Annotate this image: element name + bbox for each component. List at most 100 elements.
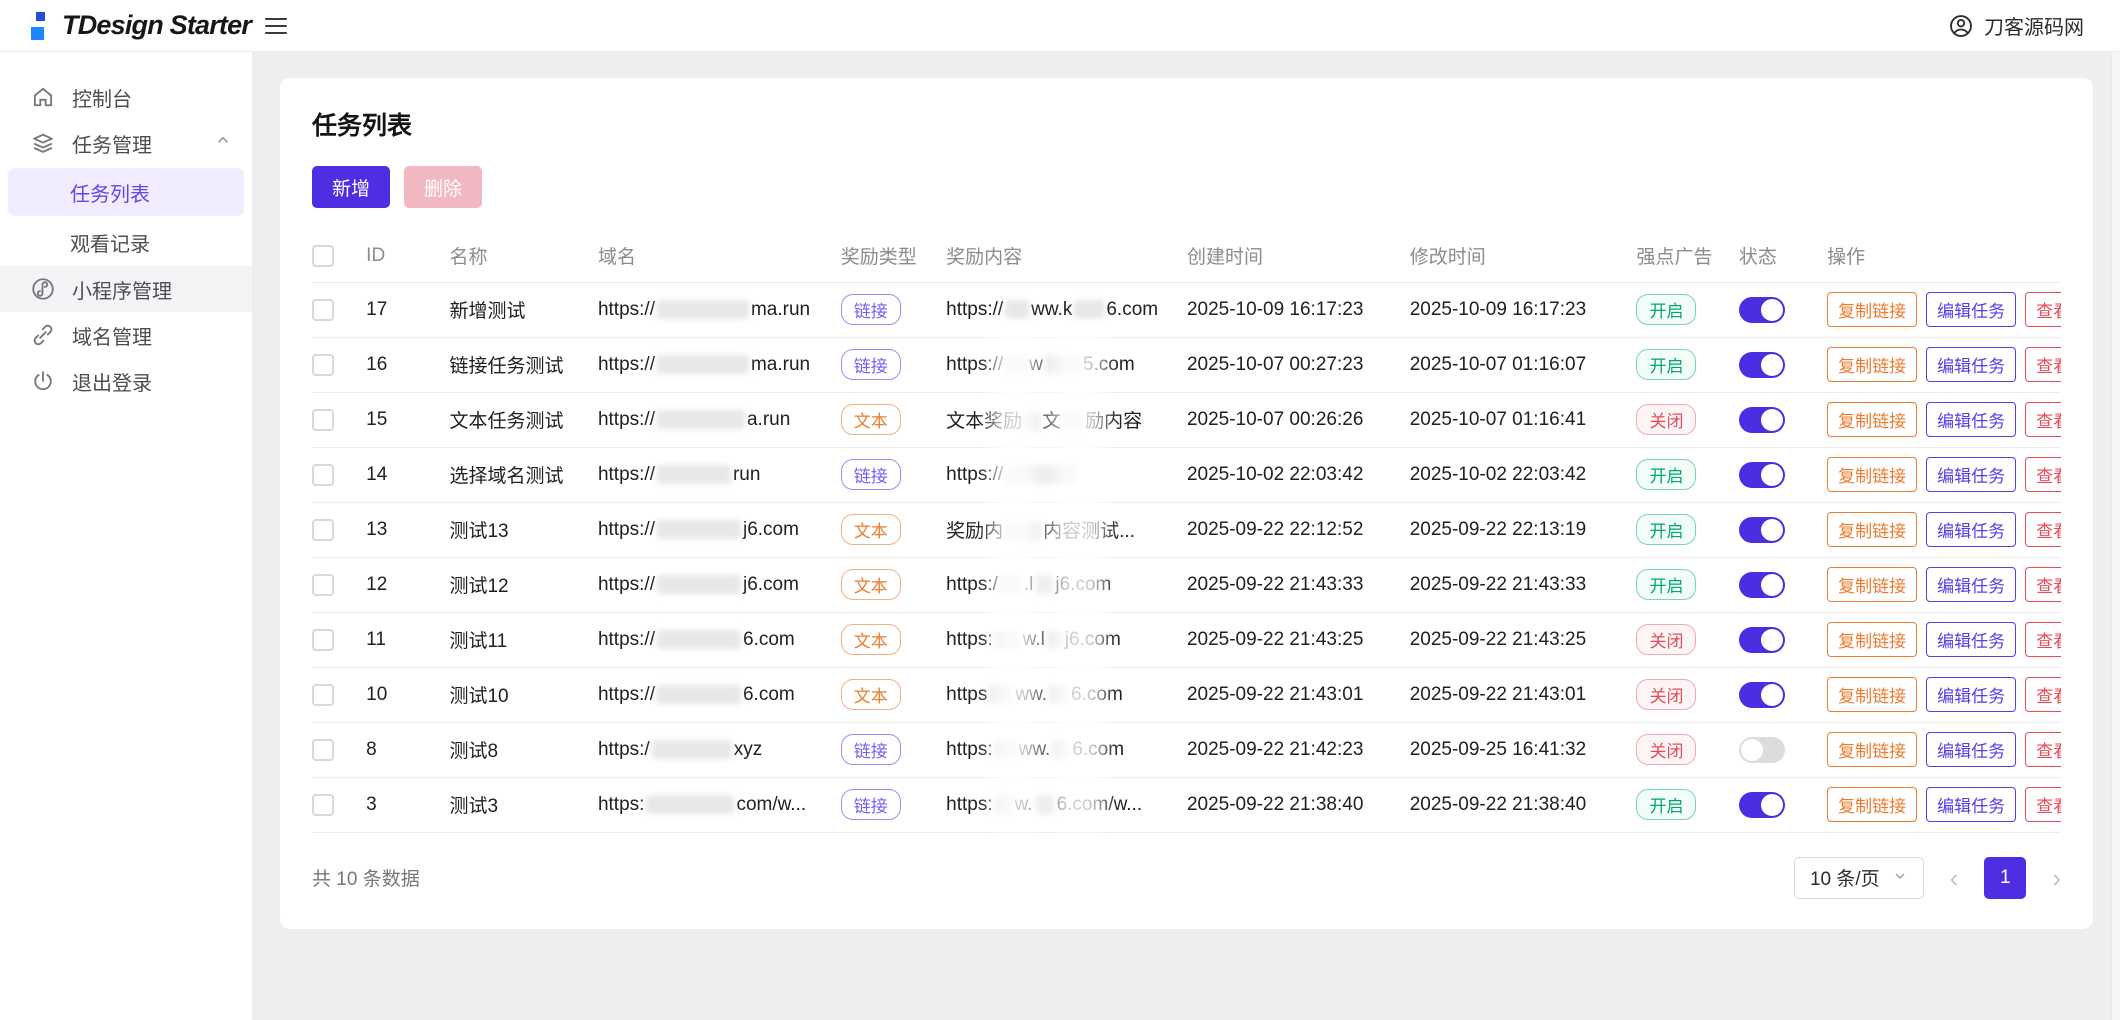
current-page-button[interactable]: 1 bbox=[1984, 857, 2026, 899]
edit-action-button[interactable]: 编辑任务 bbox=[1926, 732, 2016, 767]
user-avatar-icon[interactable] bbox=[1948, 13, 1974, 39]
view-action-button[interactable]: 查看数据 bbox=[2025, 457, 2061, 492]
sidebar-item-miniprogram-management[interactable]: 小程序管理 bbox=[0, 266, 252, 312]
copy-action-button[interactable]: 复制链接 bbox=[1827, 787, 1917, 822]
status-toggle[interactable] bbox=[1739, 407, 1785, 433]
row-checkbox[interactable] bbox=[312, 299, 334, 321]
view-action-button[interactable]: 查看数据 bbox=[2025, 292, 2061, 327]
status-toggle[interactable] bbox=[1739, 682, 1785, 708]
status-toggle[interactable] bbox=[1739, 792, 1785, 818]
edit-action-button[interactable]: 编辑任务 bbox=[1926, 457, 2016, 492]
next-page-button[interactable]: › bbox=[2052, 865, 2061, 891]
row-checkbox[interactable] bbox=[312, 739, 334, 761]
status-toggle[interactable] bbox=[1739, 627, 1785, 653]
status-toggle[interactable] bbox=[1739, 572, 1785, 598]
cell-id: 17 bbox=[366, 282, 449, 337]
row-checkbox[interactable] bbox=[312, 574, 334, 596]
row-checkbox[interactable] bbox=[312, 684, 334, 706]
cell-text: https:/ bbox=[598, 739, 650, 760]
cell-text: j6.com bbox=[1055, 574, 1111, 595]
view-action-button[interactable]: 查看数据 bbox=[2025, 677, 2061, 712]
ad-status-badge: 关闭 bbox=[1636, 734, 1696, 765]
edit-action-button[interactable]: 编辑任务 bbox=[1926, 402, 2016, 437]
edit-action-button[interactable]: 编辑任务 bbox=[1926, 567, 2016, 602]
edit-action-button[interactable]: 编辑任务 bbox=[1926, 677, 2016, 712]
status-toggle[interactable] bbox=[1739, 737, 1785, 763]
cell-text: 6.com bbox=[1106, 299, 1158, 320]
copy-action-button[interactable]: 复制链接 bbox=[1827, 292, 1917, 327]
copy-action-button[interactable]: 复制链接 bbox=[1827, 347, 1917, 382]
reward-type-badge: 链接 bbox=[841, 349, 901, 380]
cell-ad-status: 开启 bbox=[1636, 777, 1738, 832]
cell-domain: https://ma.run bbox=[598, 282, 841, 337]
user-name[interactable]: 刀客源码网 bbox=[1984, 11, 2084, 40]
ad-status-badge: 开启 bbox=[1636, 459, 1696, 490]
scrollbar[interactable] bbox=[2111, 52, 2120, 1020]
sidebar-item-domain-management[interactable]: 域名管理 bbox=[0, 312, 252, 358]
add-button[interactable]: 新增 bbox=[312, 166, 390, 208]
view-action-button[interactable]: 查看数据 bbox=[2025, 732, 2061, 767]
view-action-button[interactable]: 查看数据 bbox=[2025, 512, 2061, 547]
redacted-blur bbox=[657, 575, 741, 594]
sidebar-item-logout[interactable]: 退出登录 bbox=[0, 358, 252, 404]
view-action-button[interactable]: 查看数据 bbox=[2025, 402, 2061, 437]
status-toggle[interactable] bbox=[1739, 297, 1785, 323]
sidebar-item-dashboard[interactable]: 控制台 bbox=[0, 74, 252, 120]
total-count: 共 10 条数据 bbox=[312, 864, 420, 891]
cell-name: 测试10 bbox=[449, 667, 598, 722]
cell-text: https: bbox=[946, 794, 992, 815]
copy-action-button[interactable]: 复制链接 bbox=[1827, 402, 1917, 437]
cell-text: 6.com/w... bbox=[1057, 794, 1143, 815]
copy-action-button[interactable]: 复制链接 bbox=[1827, 622, 1917, 657]
reward-type-badge: 文本 bbox=[841, 514, 901, 545]
row-checkbox[interactable] bbox=[312, 629, 334, 651]
row-checkbox[interactable] bbox=[312, 464, 334, 486]
cell-text: https: bbox=[946, 629, 992, 650]
cell-name: 测试11 bbox=[449, 612, 598, 667]
cell-created-time: 2025-09-22 21:43:25 bbox=[1187, 612, 1410, 667]
edit-action-button[interactable]: 编辑任务 bbox=[1926, 622, 2016, 657]
cell-domain: https://run bbox=[598, 447, 841, 502]
copy-action-button[interactable]: 复制链接 bbox=[1827, 677, 1917, 712]
row-checkbox[interactable] bbox=[312, 409, 334, 431]
page-size-select[interactable]: 10 条/页 bbox=[1794, 857, 1924, 899]
edit-action-button[interactable]: 编辑任务 bbox=[1926, 512, 2016, 547]
cell-text: com/w... bbox=[736, 794, 806, 815]
redacted-blur bbox=[657, 410, 745, 429]
cell-created-time: 2025-10-07 00:27:23 bbox=[1187, 337, 1410, 392]
cell-reward-type: 文本 bbox=[841, 392, 946, 447]
delete-button[interactable]: 删除 bbox=[404, 166, 482, 208]
view-action-button[interactable]: 查看数据 bbox=[2025, 347, 2061, 382]
prev-page-button[interactable]: ‹ bbox=[1950, 865, 1959, 891]
copy-action-button[interactable]: 复制链接 bbox=[1827, 567, 1917, 602]
sidebar-item-watch-records[interactable]: 观看记录 bbox=[0, 218, 252, 266]
cell-text: 6.com bbox=[1071, 684, 1123, 705]
cell-ad-status: 开启 bbox=[1636, 557, 1738, 612]
edit-action-button[interactable]: 编辑任务 bbox=[1926, 292, 2016, 327]
status-toggle[interactable] bbox=[1739, 462, 1785, 488]
copy-action-button[interactable]: 复制链接 bbox=[1827, 512, 1917, 547]
cell-text: j6.com bbox=[743, 519, 799, 540]
link-icon bbox=[30, 322, 56, 348]
sidebar-item-label: 任务列表 bbox=[70, 178, 150, 207]
select-all-checkbox[interactable] bbox=[312, 245, 334, 267]
view-action-button[interactable]: 查看数据 bbox=[2025, 622, 2061, 657]
edit-action-button[interactable]: 编辑任务 bbox=[1926, 787, 2016, 822]
column-header: 操作 bbox=[1827, 230, 2061, 282]
menu-collapse-icon[interactable] bbox=[265, 11, 295, 41]
status-toggle[interactable] bbox=[1739, 517, 1785, 543]
sidebar-item-task-management[interactable]: 任务管理 bbox=[0, 120, 252, 166]
cell-created-time: 2025-10-09 16:17:23 bbox=[1187, 282, 1410, 337]
view-action-button[interactable]: 查看数据 bbox=[2025, 567, 2061, 602]
copy-action-button[interactable]: 复制链接 bbox=[1827, 457, 1917, 492]
row-checkbox[interactable] bbox=[312, 794, 334, 816]
row-checkbox[interactable] bbox=[312, 519, 334, 541]
view-action-button[interactable]: 查看数据 bbox=[2025, 787, 2061, 822]
row-checkbox[interactable] bbox=[312, 354, 334, 376]
edit-action-button[interactable]: 编辑任务 bbox=[1926, 347, 2016, 382]
sidebar: 控制台 任务管理 任务列表 观看记录 小程序管理 域名 bbox=[0, 52, 253, 1020]
cell-modified-time: 2025-09-22 21:43:25 bbox=[1410, 612, 1637, 667]
copy-action-button[interactable]: 复制链接 bbox=[1827, 732, 1917, 767]
status-toggle[interactable] bbox=[1739, 352, 1785, 378]
sidebar-item-task-list[interactable]: 任务列表 bbox=[8, 168, 244, 216]
